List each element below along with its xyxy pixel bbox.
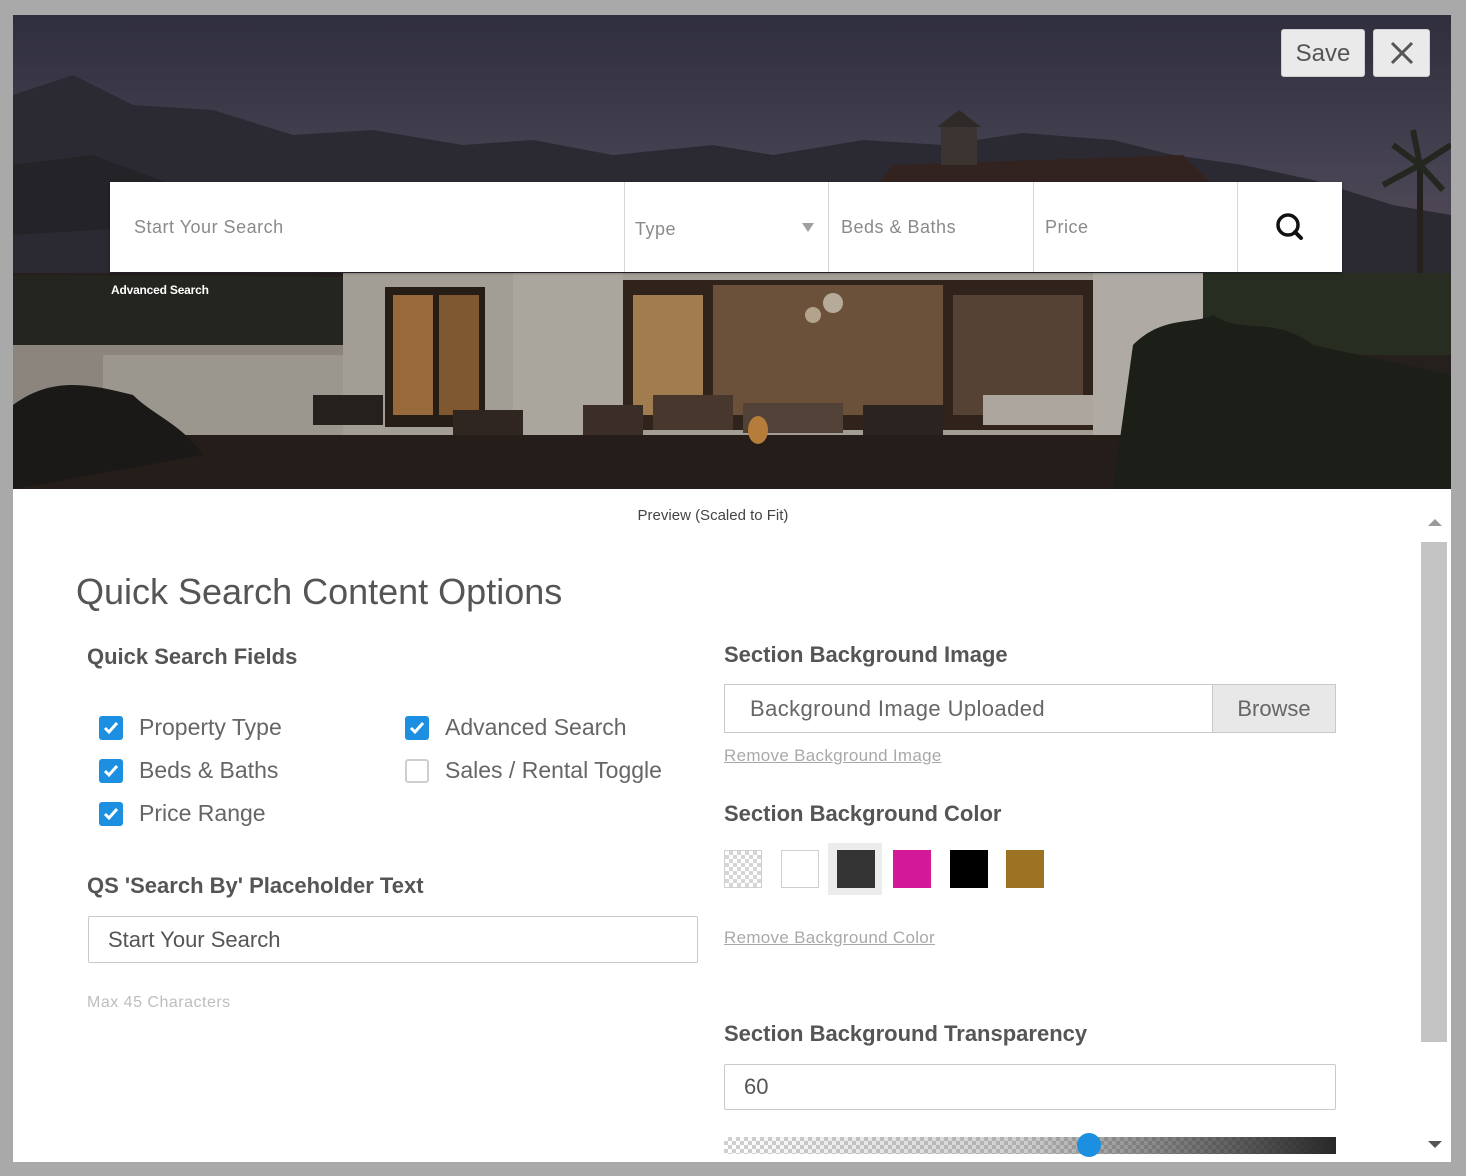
swatch-gold[interactable] xyxy=(1006,850,1044,888)
bg-image-file-name: Background Image Uploaded xyxy=(750,696,1045,721)
placeholder-text-input[interactable] xyxy=(88,916,698,963)
preview-search-placeholder: Start Your Search xyxy=(134,216,284,237)
close-icon xyxy=(1390,41,1413,65)
checkbox-checked-icon[interactable] xyxy=(99,715,123,740)
remove-background-color-link[interactable]: Remove Background Color xyxy=(724,928,935,948)
preview-price-field[interactable]: Price xyxy=(1034,182,1238,272)
bg-image-file-field[interactable]: Background Image Uploaded Browse xyxy=(724,684,1336,733)
preview-advanced-search-link[interactable]: Advanced Search xyxy=(111,283,209,297)
preview-hero: Save Start Your Search Type Beds & Baths… xyxy=(13,15,1451,489)
scrollbar-thumb[interactable] xyxy=(1421,542,1447,1042)
checkbox-label: Sales / Rental Toggle xyxy=(445,757,662,783)
scroll-down-arrow-icon[interactable] xyxy=(1428,1141,1442,1148)
preview-beds-label: Beds & Baths xyxy=(841,216,957,237)
checkbox-unchecked-icon[interactable] xyxy=(405,758,429,783)
checkbox-sales-rental-toggle[interactable]: Sales / Rental Toggle xyxy=(405,757,662,784)
checkbox-label: Advanced Search xyxy=(445,714,627,740)
preview-type-dropdown[interactable]: Type xyxy=(625,182,829,272)
swatch-magenta[interactable] xyxy=(893,850,931,888)
checkbox-property-type[interactable]: Property Type xyxy=(99,714,282,741)
bg-image-heading: Section Background Image xyxy=(724,642,1008,667)
search-icon xyxy=(1276,213,1303,240)
transparency-heading: Section Background Transparency xyxy=(724,1021,1088,1046)
preview-beds-baths-field[interactable]: Beds & Baths xyxy=(829,182,1034,272)
modal-dialog: Save Start Your Search Type Beds & Baths… xyxy=(13,15,1451,1162)
placeholder-heading: QS 'Search By' Placeholder Text xyxy=(87,873,424,898)
browse-button[interactable]: Browse xyxy=(1212,685,1335,732)
transparency-input[interactable] xyxy=(724,1064,1336,1110)
preview-search-button[interactable] xyxy=(1238,182,1342,272)
checkbox-checked-icon[interactable] xyxy=(99,801,123,826)
checkbox-price-range[interactable]: Price Range xyxy=(99,800,266,827)
placeholder-hint: Max 45 Characters xyxy=(87,994,231,1011)
swatch-transparent[interactable] xyxy=(724,850,762,888)
scroll-up-arrow-icon[interactable] xyxy=(1428,519,1442,526)
preview-price-label: Price xyxy=(1045,216,1089,237)
checkbox-beds-baths[interactable]: Beds & Baths xyxy=(99,757,278,784)
remove-background-image-link[interactable]: Remove Background Image xyxy=(724,746,942,766)
panel-title: Quick Search Content Options xyxy=(76,571,563,612)
swatch-black[interactable] xyxy=(950,850,988,888)
preview-search-field[interactable]: Start Your Search xyxy=(110,182,625,272)
preview-type-label: Type xyxy=(635,218,677,239)
close-button[interactable] xyxy=(1373,29,1430,77)
checkbox-checked-icon[interactable] xyxy=(405,715,429,740)
preview-caption: Preview (Scaled to Fit) xyxy=(637,507,789,524)
bg-color-heading: Section Background Color xyxy=(724,801,1002,826)
checkbox-checked-icon[interactable] xyxy=(99,758,123,783)
swatch-dark-gray[interactable] xyxy=(837,850,875,888)
transparency-slider[interactable] xyxy=(724,1133,1336,1157)
save-button[interactable]: Save xyxy=(1281,29,1365,77)
checkbox-label: Beds & Baths xyxy=(139,757,279,783)
slider-handle[interactable] xyxy=(1077,1133,1101,1157)
checkbox-advanced-search[interactable]: Advanced Search xyxy=(405,714,627,741)
fields-heading: Quick Search Fields xyxy=(87,644,298,669)
panel-scrollbar[interactable] xyxy=(1418,499,1451,1162)
quick-search-bar: Start Your Search Type Beds & Baths Pric… xyxy=(110,182,1342,272)
checkbox-label: Price Range xyxy=(139,800,266,826)
swatch-white[interactable] xyxy=(781,850,819,888)
chevron-down-icon xyxy=(802,223,814,232)
checkbox-label: Property Type xyxy=(139,714,282,740)
